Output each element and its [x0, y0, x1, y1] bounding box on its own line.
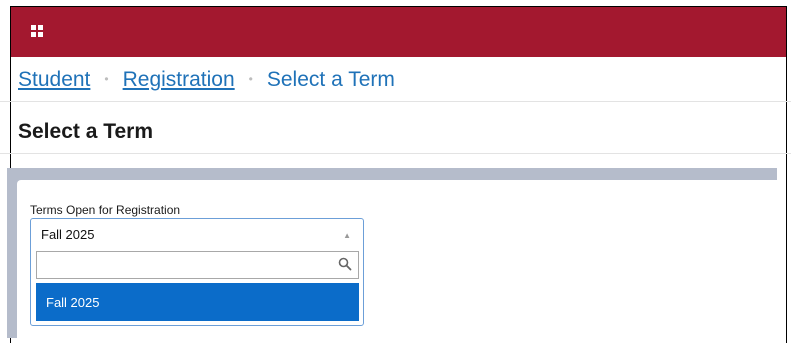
- term-select[interactable]: Fall 2025 ▲ Fall 2025: [30, 218, 364, 326]
- chevron-up-icon[interactable]: ▲: [343, 231, 351, 240]
- term-selected-value[interactable]: Fall 2025: [41, 227, 94, 242]
- term-option-fall-2025[interactable]: Fall 2025: [36, 283, 359, 321]
- breadcrumb-registration-link[interactable]: Registration: [123, 68, 235, 91]
- terms-label: Terms Open for Registration: [30, 203, 181, 217]
- grid-icon[interactable]: [31, 25, 43, 37]
- term-search-box[interactable]: [36, 251, 359, 279]
- term-search-input[interactable]: [42, 256, 322, 274]
- breadcrumb-separator: •: [248, 72, 253, 86]
- divider: [0, 153, 791, 154]
- breadcrumb-separator: •: [104, 72, 109, 86]
- search-icon: [338, 257, 352, 271]
- breadcrumb: Student • Registration • Select a Term: [18, 68, 395, 92]
- page-title: Select a Term: [18, 120, 154, 143]
- top-bar: [11, 7, 786, 57]
- breadcrumb-student-link[interactable]: Student: [18, 68, 90, 91]
- breadcrumb-current: Select a Term: [266, 68, 395, 91]
- divider: [0, 101, 791, 102]
